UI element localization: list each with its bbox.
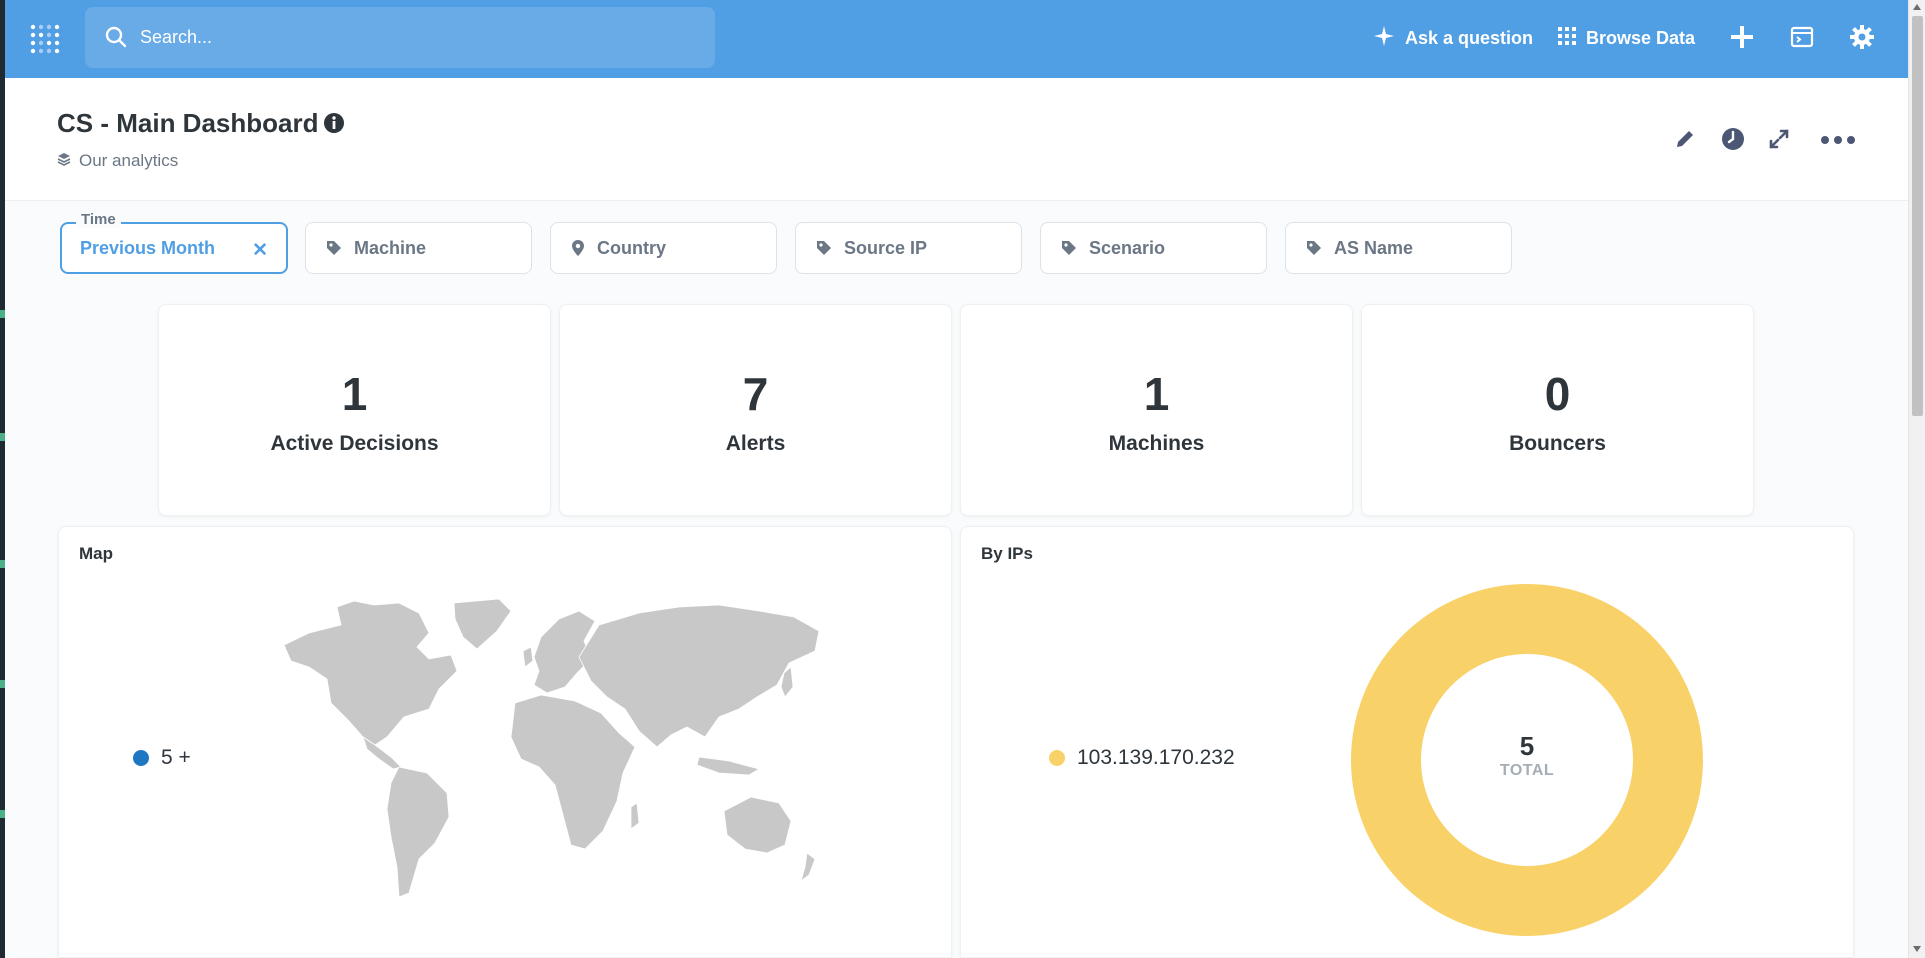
time-filter-value[interactable]: Previous Month <box>80 238 215 259</box>
legend-dot <box>1049 750 1065 766</box>
machine-filter[interactable]: Machine <box>305 222 532 274</box>
world-map[interactable] <box>279 597 824 907</box>
grid-icon <box>1558 26 1576 50</box>
filter-label: AS Name <box>1334 237 1414 258</box>
scalar-label: Active Decisions <box>270 432 439 455</box>
history-button[interactable] <box>1718 126 1748 156</box>
edit-dashboard-button[interactable] <box>1670 126 1700 156</box>
south-america-shape <box>386 766 450 898</box>
country-filter[interactable]: Country <box>550 222 777 274</box>
africa-shape <box>510 694 636 850</box>
search-bar[interactable]: Search... <box>85 7 715 68</box>
fullscreen-button[interactable] <box>1764 126 1794 156</box>
page-title: CS - Main Dashboard <box>57 108 319 138</box>
filter-label: Source IP <box>844 237 928 258</box>
new-zealand-shape <box>800 852 816 883</box>
plus-icon <box>1730 25 1754 54</box>
search-icon <box>105 26 127 53</box>
info-icon[interactable] <box>323 112 345 139</box>
ellipsis-icon <box>1820 132 1856 150</box>
settings-button[interactable] <box>1845 22 1879 56</box>
indonesia-shape <box>696 756 761 776</box>
machines-card[interactable]: 1 Machines <box>960 304 1353 516</box>
bouncers-card[interactable]: 0 Bouncers <box>1361 304 1754 516</box>
donut-total-value: 5 <box>1519 731 1535 761</box>
metabase-logo-icon[interactable] <box>27 19 67 59</box>
scrollbar-thumb[interactable] <box>1912 16 1923 416</box>
ask-question-button[interactable]: Ask a question <box>1373 22 1533 54</box>
legend-label: 103.139.170.232 <box>1077 746 1235 769</box>
expand-icon <box>1768 128 1790 155</box>
browse-data-button[interactable]: Browse Data <box>1558 22 1695 54</box>
scalar-label: Machines <box>1108 432 1205 455</box>
time-filter[interactable]: Time Previous Month ✕ <box>60 211 288 274</box>
dashboard-header: CS - Main Dashboard Our analytics <box>5 78 1908 201</box>
pie-legend[interactable]: 103.139.170.232 <box>1049 746 1235 770</box>
legend-label: 5 + <box>161 746 191 769</box>
donut-total: 5 TOTAL <box>1449 731 1605 780</box>
edge-marker <box>0 433 5 441</box>
more-options-button[interactable] <box>1818 126 1858 156</box>
legend-dot <box>133 750 149 766</box>
ask-question-label: Ask a question <box>1405 27 1534 48</box>
scalar-value: 1 <box>341 368 368 420</box>
filter-label: Machine <box>354 237 427 258</box>
time-filter-caption: Time <box>76 211 121 228</box>
active-decisions-card[interactable]: 1 Active Decisions <box>158 304 551 516</box>
sparkle-icon <box>1373 25 1395 52</box>
top-navigation-bar: Search... Ask a question Browse Data <box>5 0 1908 78</box>
scalar-value: 0 <box>1544 368 1571 420</box>
scalar-label: Alerts <box>725 432 786 455</box>
gear-icon <box>1849 24 1875 55</box>
by-ips-card[interactable]: By IPs 103.139.170.232 5 TOTAL <box>960 526 1854 958</box>
filter-label: Scenario <box>1089 237 1166 258</box>
clock-icon <box>1721 127 1745 156</box>
sql-editor-icon <box>1790 25 1814 54</box>
search-placeholder[interactable]: Search... <box>140 27 212 48</box>
collection-name: Our analytics <box>79 151 179 170</box>
sql-editor-button[interactable] <box>1785 22 1819 56</box>
madagascar-shape <box>630 802 640 830</box>
tag-icon <box>326 240 342 256</box>
map-legend: 5 + <box>133 746 191 770</box>
north-america-shape <box>283 600 458 746</box>
tag-icon <box>816 240 832 256</box>
scalar-value: 7 <box>742 368 769 420</box>
card-title: Map <box>79 544 113 563</box>
collection-breadcrumb[interactable]: Our analytics <box>57 151 178 171</box>
edge-marker <box>0 560 5 568</box>
as-name-filter[interactable]: AS Name <box>1285 222 1512 274</box>
donut-total-label: TOTAL <box>1499 762 1555 779</box>
map-card[interactable]: Map 5 + <box>58 526 952 958</box>
edge-marker <box>0 310 5 318</box>
clear-filter-icon[interactable]: ✕ <box>252 239 268 262</box>
tag-icon <box>1061 240 1077 256</box>
edge-marker <box>0 680 5 688</box>
filter-label: Country <box>597 237 666 258</box>
scroll-up-arrow[interactable] <box>1913 4 1921 10</box>
scalar-label: Bouncers <box>1509 432 1606 455</box>
alerts-card[interactable]: 7 Alerts <box>559 304 952 516</box>
tag-icon <box>1306 240 1322 256</box>
scroll-down-arrow[interactable] <box>1913 946 1921 952</box>
page-scrollbar[interactable] <box>1908 0 1925 958</box>
edge-marker <box>0 810 5 818</box>
central-america-shape <box>362 736 402 770</box>
australia-shape <box>723 796 792 854</box>
collection-icon <box>57 151 71 171</box>
source-ip-filter[interactable]: Source IP <box>795 222 1022 274</box>
scenario-filter[interactable]: Scenario <box>1040 222 1267 274</box>
location-icon <box>571 239 585 257</box>
pencil-icon <box>1674 128 1696 155</box>
scalar-value: 1 <box>1143 368 1170 420</box>
card-title: By IPs <box>981 544 1033 563</box>
uk-shape <box>522 646 534 668</box>
greenland-shape <box>453 598 512 650</box>
browse-data-label: Browse Data <box>1586 27 1696 48</box>
new-button[interactable] <box>1725 22 1759 56</box>
